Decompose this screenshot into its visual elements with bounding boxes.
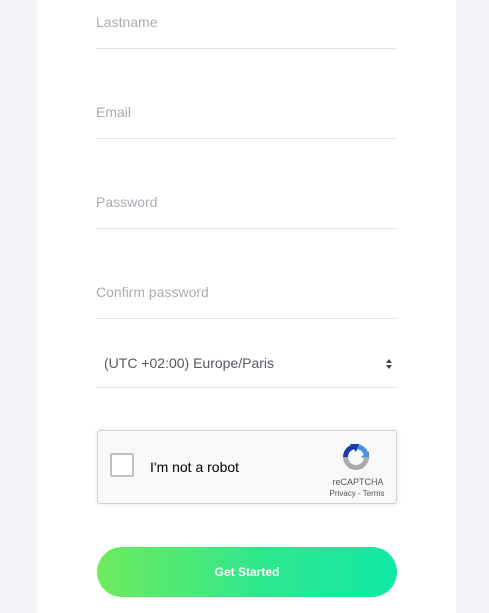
recaptcha-link-separator: -: [355, 489, 363, 498]
get-started-button[interactable]: Get Started: [97, 547, 397, 597]
recaptcha-links: Privacy - Terms: [322, 489, 392, 498]
email-field: [96, 90, 397, 139]
lastname-field: [96, 0, 397, 49]
recaptcha-privacy-link[interactable]: Privacy: [330, 489, 356, 498]
email-input[interactable]: [96, 90, 397, 134]
recaptcha-brand: reCAPTCHA: [332, 477, 384, 487]
recaptcha-label: I'm not a robot: [150, 459, 240, 475]
timezone-selected-value: (UTC +02:00) Europe/Paris: [104, 355, 275, 371]
password-field: [96, 180, 397, 229]
recaptcha-terms-link[interactable]: Terms: [363, 489, 385, 498]
select-arrows-icon: [386, 359, 392, 369]
timezone-select[interactable]: (UTC +02:00) Europe/Paris: [96, 343, 397, 388]
confirm-password-input[interactable]: [96, 270, 397, 314]
lastname-input[interactable]: [96, 0, 397, 44]
recaptcha-widget: I'm not a robot reCAPTCHA Privacy - Term…: [97, 430, 397, 504]
confirm-password-field: [96, 270, 397, 319]
recaptcha-checkbox[interactable]: [110, 453, 134, 477]
password-input[interactable]: [96, 180, 397, 224]
recaptcha-logo-icon: [343, 444, 369, 470]
